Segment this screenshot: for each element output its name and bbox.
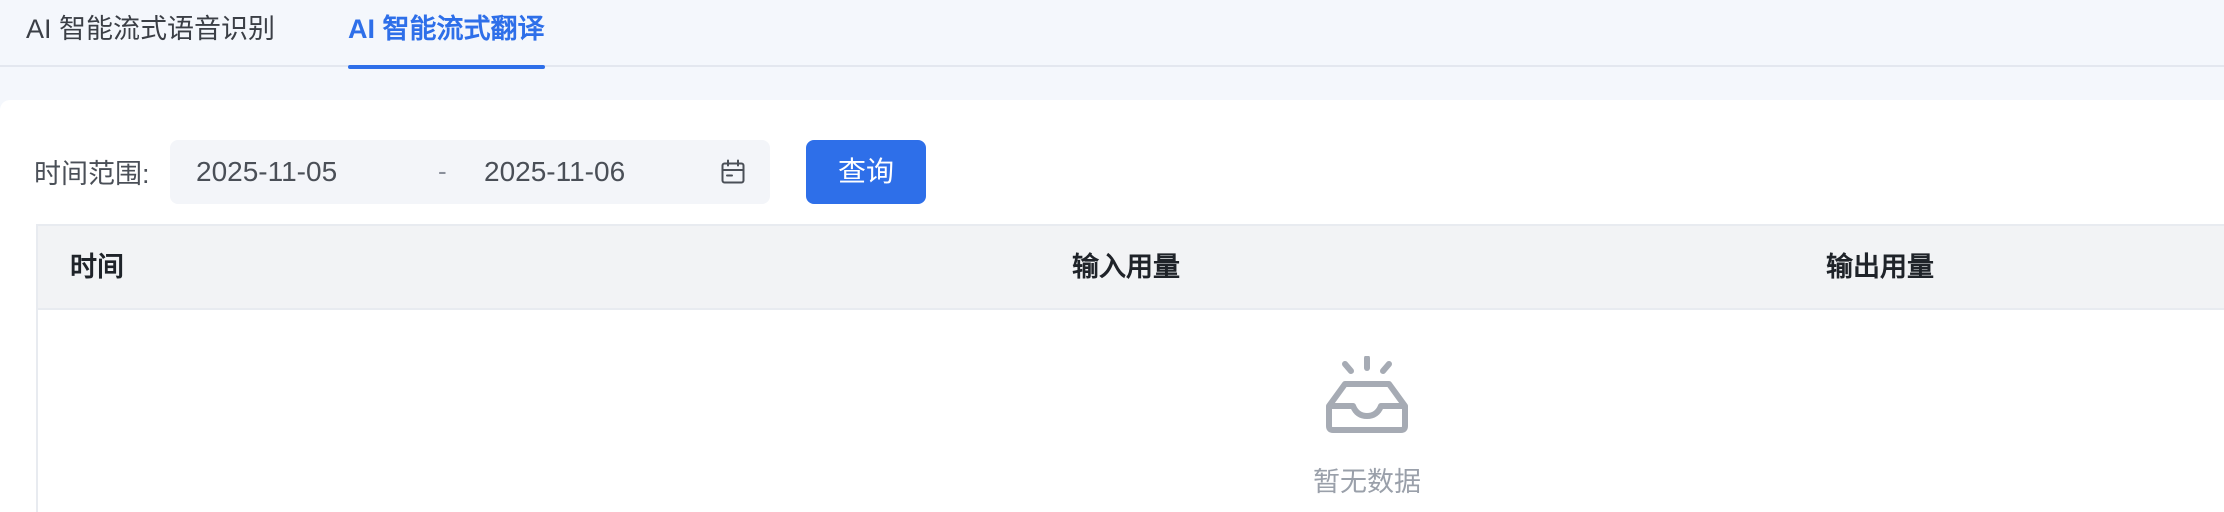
tab-translation[interactable]: AI 智能流式翻译 <box>348 0 545 69</box>
query-button[interactable]: 查询 <box>806 140 926 204</box>
table-header: 时间 输入用量 输出用量 <box>38 226 2224 310</box>
date-range-picker[interactable]: 2025-11-05 - 2025-11-06 <box>170 140 770 204</box>
column-header-input-usage: 输入用量 <box>1072 252 1180 282</box>
date-separator: - <box>438 156 447 186</box>
empty-state-text: 暂无数据 <box>1313 467 1421 497</box>
start-date-input[interactable]: 2025-11-05 <box>196 140 337 204</box>
tab-bar: AI 智能流式语音识别 AI 智能流式翻译 <box>0 0 2224 69</box>
column-header-output-usage: 输出用量 <box>1826 252 1934 282</box>
column-header-time: 时间 <box>70 252 124 282</box>
end-date-input[interactable]: 2025-11-06 <box>484 140 625 204</box>
usage-table: 时间 输入用量 输出用量 <box>36 224 2224 512</box>
time-range-label: 时间范围: <box>34 159 150 189</box>
calendar-icon[interactable] <box>720 159 746 185</box>
inbox-empty-icon <box>1326 356 1408 433</box>
tab-speech-recognition[interactable]: AI 智能流式语音识别 <box>26 0 275 67</box>
